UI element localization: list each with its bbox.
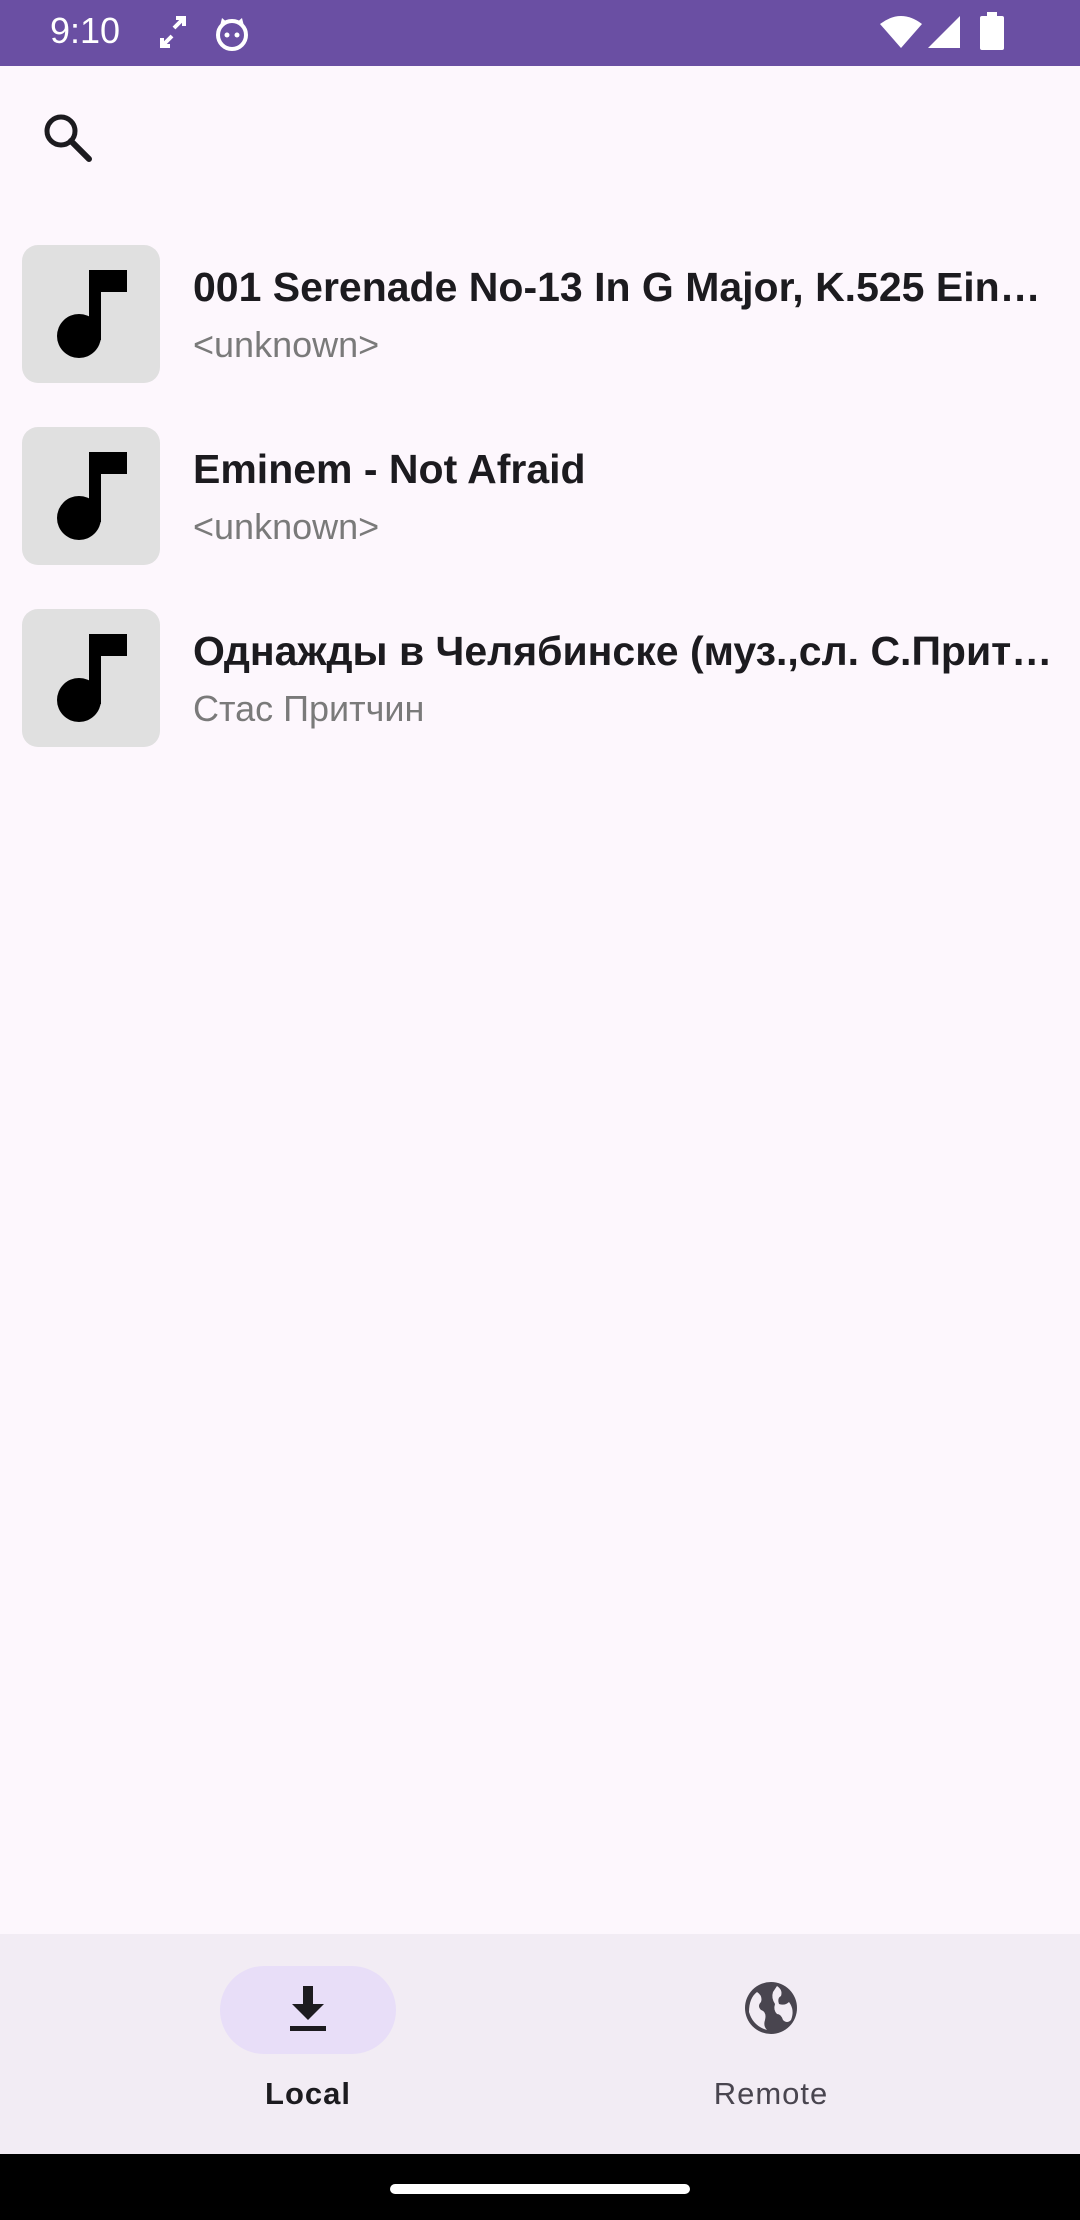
- nav-label-remote: Remote: [713, 2076, 829, 2111]
- track-artist: <unknown>: [193, 506, 380, 547]
- music-note-icon: [22, 427, 160, 565]
- download-icon: [286, 1984, 330, 2037]
- track-title: Однажды в Челябинске (муз.,сл. С.Притчин…: [193, 628, 1053, 674]
- cell-signal-icon: [928, 16, 960, 55]
- nav-item-local[interactable]: Local: [158, 1966, 458, 2126]
- nav-label-local: Local: [265, 2076, 351, 2111]
- track-artist: Стас Притчин: [193, 688, 425, 729]
- status-bar: 9:10: [0, 0, 1080, 66]
- wifi-icon: [880, 16, 922, 55]
- track-row[interactable]: Eminem - Not Afraid <unknown>: [0, 420, 1080, 602]
- track-title: Eminem - Not Afraid: [193, 446, 586, 492]
- bottom-navigation: Local Remote: [0, 1934, 1080, 2154]
- globe-icon: [743, 1980, 799, 2041]
- data-sync-icon: [160, 16, 186, 53]
- nav-item-remote[interactable]: Remote: [621, 1966, 921, 2126]
- status-time: 9:10: [50, 10, 121, 51]
- track-artist: <unknown>: [193, 324, 380, 365]
- top-toolbar: [0, 66, 1080, 206]
- track-row[interactable]: 001 Serenade No-13 In G Major, K.525 Ein…: [0, 238, 1080, 420]
- track-row[interactable]: Однажды в Челябинске (муз.,сл. С.Притчин…: [0, 602, 1080, 784]
- track-list: 001 Serenade No-13 In G Major, K.525 Ein…: [0, 238, 1080, 784]
- track-title: 001 Serenade No-13 In G Major, K.525 Ein…: [193, 264, 1053, 310]
- battery-icon: [980, 12, 1004, 55]
- nav-indicator: [683, 1966, 859, 2054]
- cat-face-icon: [214, 16, 250, 57]
- system-gesture-area: [0, 2154, 1080, 2220]
- nav-active-indicator: [220, 1966, 396, 2054]
- home-gesture-handle[interactable]: [390, 2184, 690, 2194]
- music-note-icon: [22, 609, 160, 747]
- search-icon[interactable]: [34, 104, 100, 170]
- music-note-icon: [22, 245, 160, 383]
